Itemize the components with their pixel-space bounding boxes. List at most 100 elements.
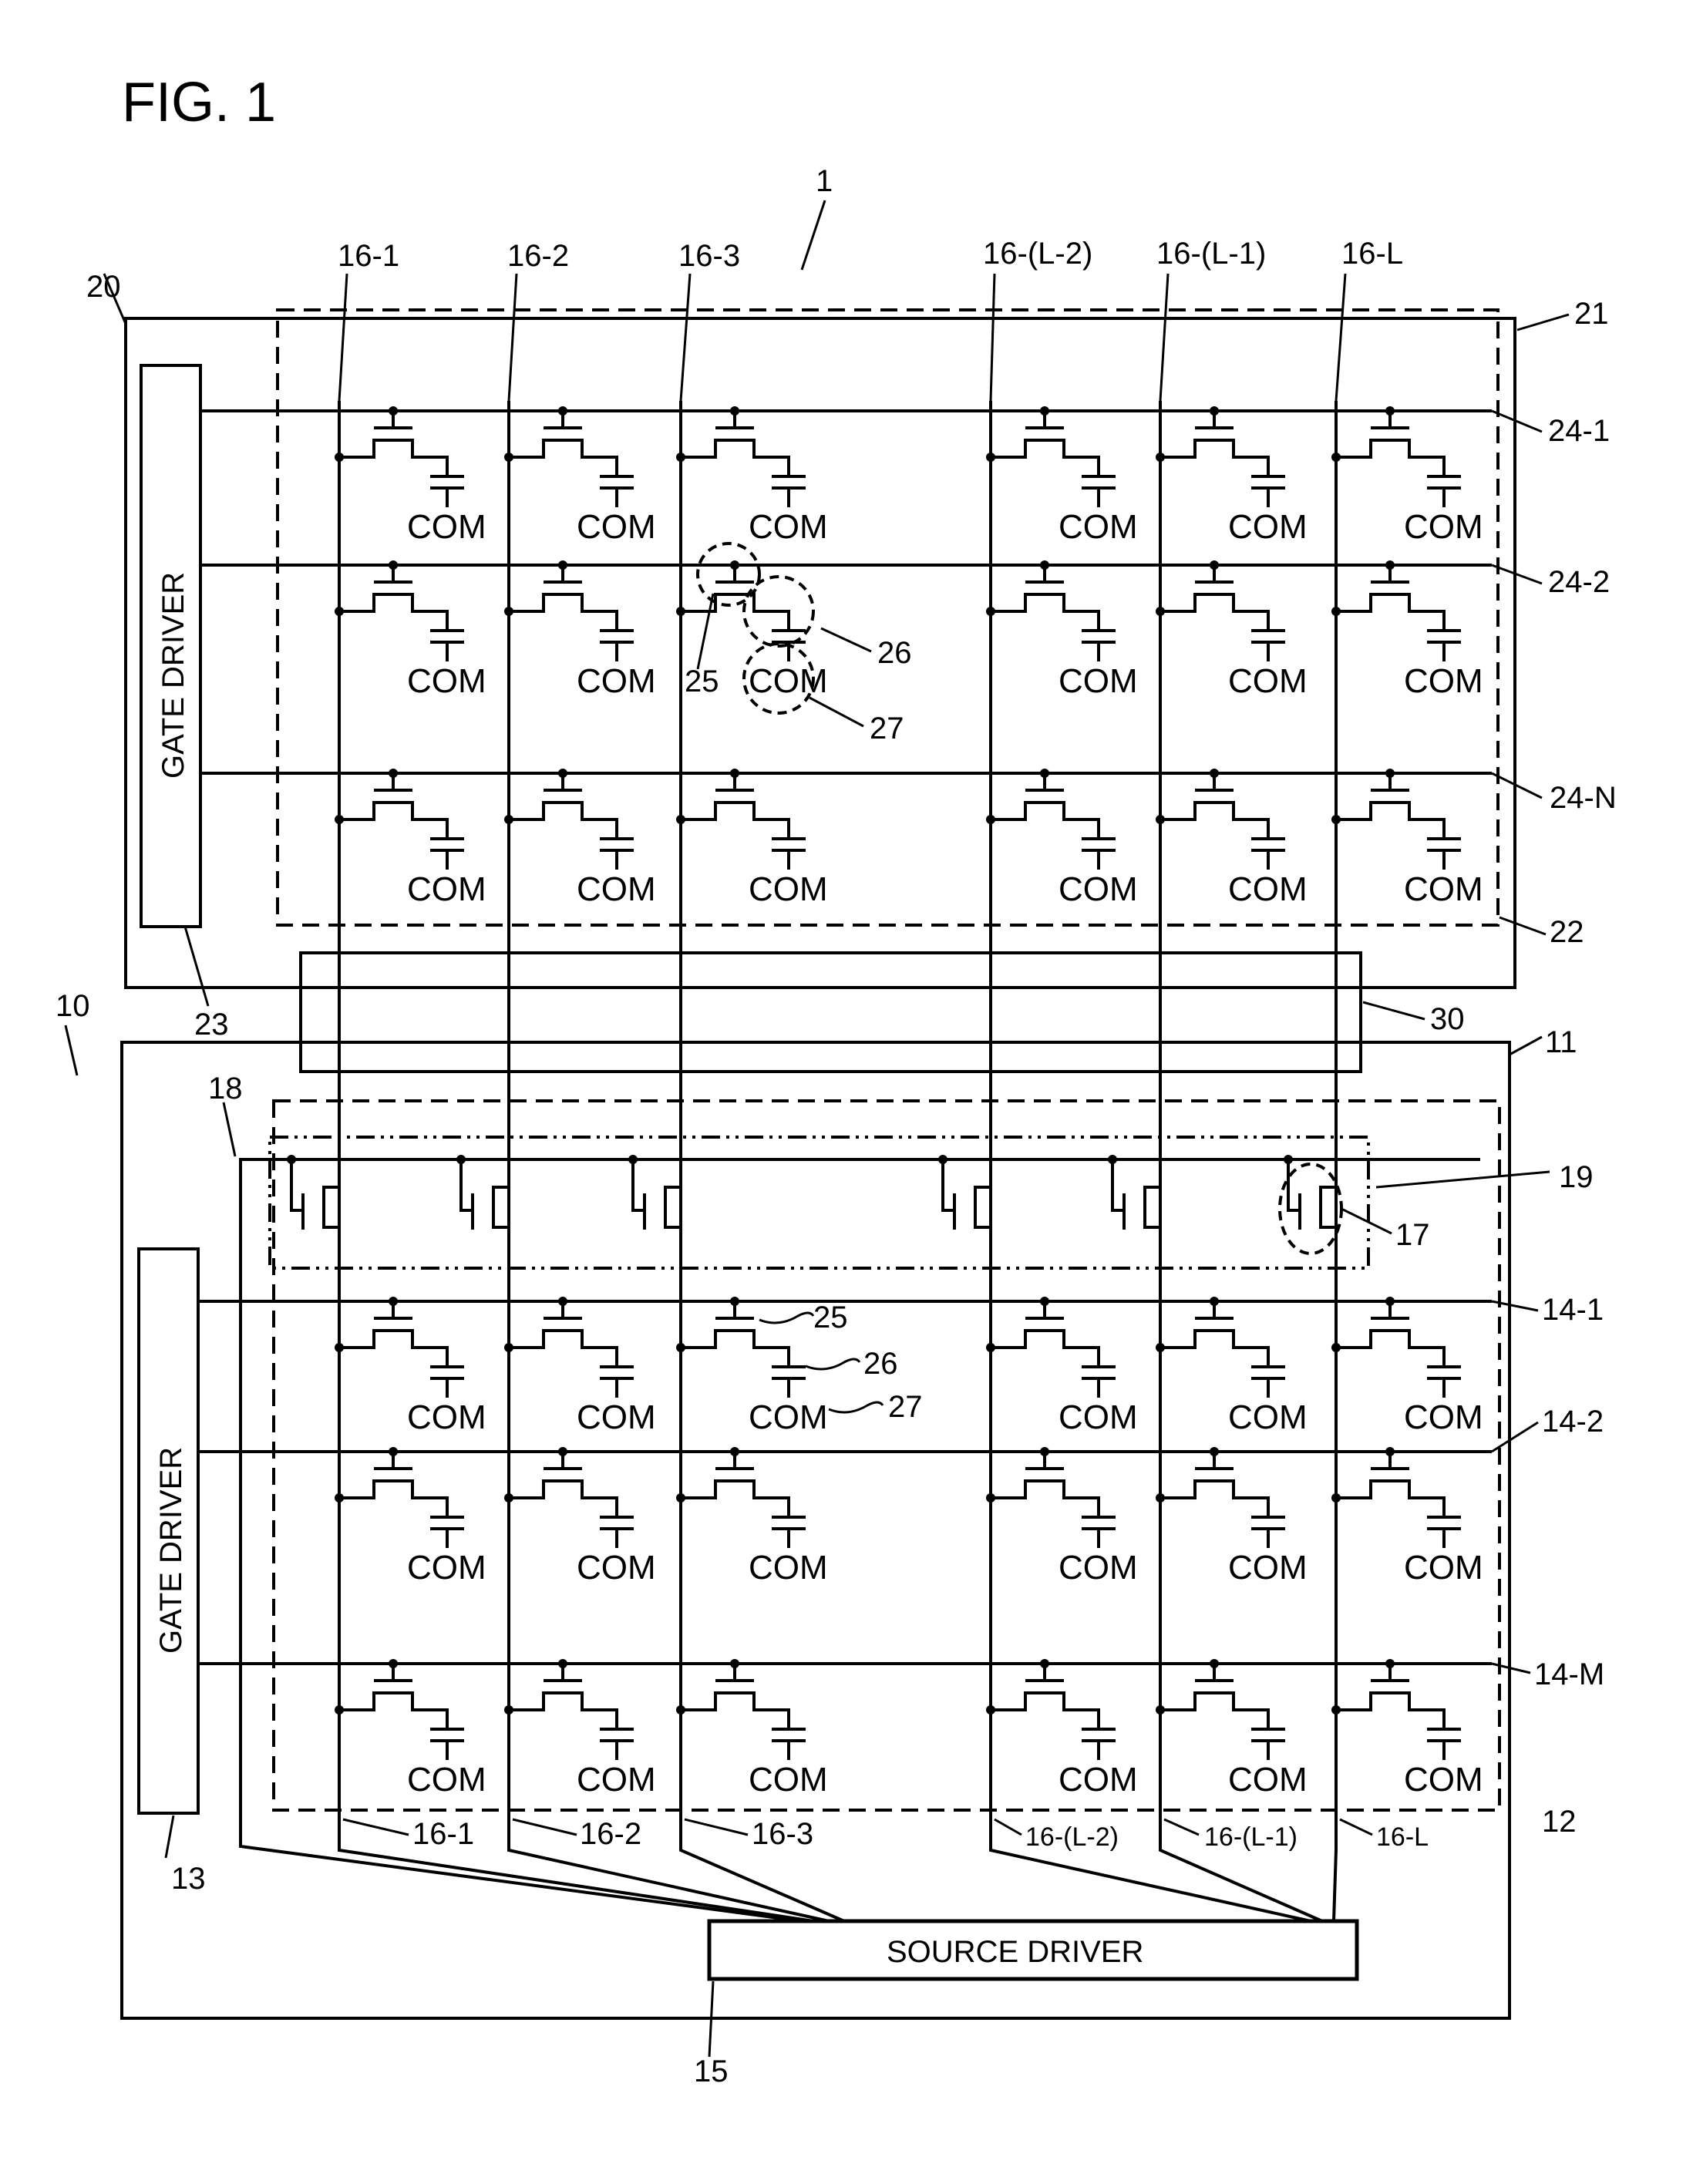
leader-17 (1341, 1207, 1392, 1235)
source-line-top-leader-2 (507, 273, 518, 402)
transistor-channel (509, 1691, 618, 1729)
switch-block-19 (268, 1136, 1370, 1270)
com-label: COM (1059, 1761, 1138, 1799)
transistor-channel (1160, 801, 1270, 839)
upper-pixel-cell-r3-c2 (504, 769, 634, 870)
upper-pixel-cell-r1-c6 (1331, 406, 1461, 507)
ref-27-lower: 27 (888, 1390, 923, 1424)
source-junction-dot (504, 453, 513, 462)
source-junction-dot (986, 1343, 995, 1352)
ref-27-upper: 27 (870, 712, 904, 745)
com-label: COM (1059, 870, 1138, 908)
com-label: COM (1228, 508, 1308, 546)
com-label: COM (749, 1761, 828, 1799)
com-label: COM (407, 662, 486, 700)
source-line-top-label-2: 16-2 (507, 239, 569, 273)
ref-25-lower: 25 (813, 1301, 848, 1334)
switch-gate-lead (1287, 1159, 1300, 1212)
switch-transistor-6 (1284, 1155, 1336, 1230)
lower-pixel-cell-r1-c6 (1331, 1297, 1461, 1398)
source-junction-dot (1331, 1343, 1341, 1352)
leader-26 (820, 627, 872, 653)
switch-transistor-1 (287, 1155, 339, 1230)
com-label: COM (1228, 1398, 1308, 1436)
gate-line-label-14-M: 14-M (1534, 1657, 1604, 1691)
transistor-channel (1336, 439, 1446, 476)
transistor-channel (1336, 1329, 1446, 1367)
upper-pixel-cell-r2-c4 (986, 560, 1116, 661)
source-junction-dot (676, 1705, 685, 1715)
com-label: COM (749, 508, 828, 546)
gate-line-label-24-1: 24-1 (1548, 414, 1610, 448)
com-label: COM (1404, 1549, 1483, 1587)
source-line-top-label-3: 16-3 (678, 239, 740, 273)
transistor-channel (1160, 1479, 1270, 1517)
com-label: COM (1404, 662, 1483, 700)
source-line-top-label-5: 16-(L-1) (1156, 237, 1266, 271)
upper-pixel-cell-r3-c4 (986, 769, 1116, 870)
transistor-channel (1336, 1479, 1446, 1517)
transistor-channel (681, 593, 790, 631)
com-label: COM (577, 662, 656, 700)
transistor-channel (509, 593, 618, 631)
com-label: COM (1228, 870, 1308, 908)
lower-pixel-cell-r3-c1 (335, 1659, 464, 1760)
upper-pixel-cell-r2-c5 (1156, 560, 1285, 661)
transistor-channel (339, 1691, 449, 1729)
switch-transistor-2 (456, 1155, 509, 1230)
source-junction-dot (1156, 815, 1165, 824)
com-label: COM (407, 1761, 486, 1799)
com-label: COM (577, 508, 656, 546)
com-label: COM (749, 1549, 828, 1587)
com-label: COM (1059, 1549, 1138, 1587)
transistor-channel (1336, 593, 1446, 631)
lower-pixel-cell-r2-c1 (335, 1447, 464, 1548)
switch-channel (664, 1186, 681, 1229)
lower-pixel-cell-r2-c2 (504, 1447, 634, 1548)
lower-pixel-cell-r2-c3 (676, 1447, 806, 1548)
source-line-bottom-leader-3 (684, 1818, 749, 1836)
source-junction-dot (1331, 815, 1341, 824)
source-junction-dot (1156, 1343, 1165, 1352)
source-driver-label: SOURCE DRIVER (887, 1935, 1143, 1969)
lower-pixel-cell-r1-c5 (1156, 1297, 1285, 1398)
source-junction-dot (1156, 453, 1165, 462)
leader-22 (1499, 916, 1547, 936)
transistor-channel (681, 801, 790, 839)
transistor-channel (991, 593, 1100, 631)
source-junction-dot (1156, 1493, 1165, 1503)
source-junction-dot (1331, 1705, 1341, 1715)
transistor-channel (1160, 439, 1270, 476)
source-junction-dot (1156, 1705, 1165, 1715)
source-line-fan-5 (1159, 1846, 1323, 1923)
switch-channel (974, 1186, 991, 1229)
com-label: COM (577, 1398, 656, 1436)
source-junction-dot (986, 1493, 995, 1503)
com-label: COM (1404, 870, 1483, 908)
ref-22: 22 (1550, 915, 1584, 949)
source-junction-dot (335, 1705, 344, 1715)
leader-13 (164, 1815, 175, 1859)
switch-channel (1319, 1186, 1336, 1229)
com-label: COM (407, 508, 486, 546)
lower-gate-driver-label: GATE DRIVER (154, 1447, 188, 1654)
com-label: COM (749, 1398, 828, 1436)
lower-pixel-area-12 (272, 1099, 1501, 1812)
transistor-channel (991, 1329, 1100, 1367)
source-junction-dot (986, 453, 995, 462)
switch-channel (1143, 1186, 1160, 1229)
source-line-fan-3 (679, 1846, 845, 1923)
ref-13: 13 (171, 1862, 206, 1896)
transistor-channel (339, 1479, 449, 1517)
lower-pixel-cell-r1-c2 (504, 1297, 634, 1398)
ref-18: 18 (208, 1072, 243, 1105)
lower-pixel-cell-r2-c6 (1331, 1447, 1461, 1548)
source-line-top-label-4: 16-(L-2) (983, 237, 1092, 271)
lower-pixel-cell-r1-c3 (676, 1297, 806, 1398)
ref-12: 12 (1542, 1805, 1577, 1839)
leader-10 (64, 1025, 79, 1076)
transistor-channel (1160, 1329, 1270, 1367)
lower-pixel-cell-r1-c1 (335, 1297, 464, 1398)
upper-pixel-cell-r1-c1 (335, 406, 464, 507)
source-line-bottom-label-1: 16-1 (412, 1817, 474, 1851)
